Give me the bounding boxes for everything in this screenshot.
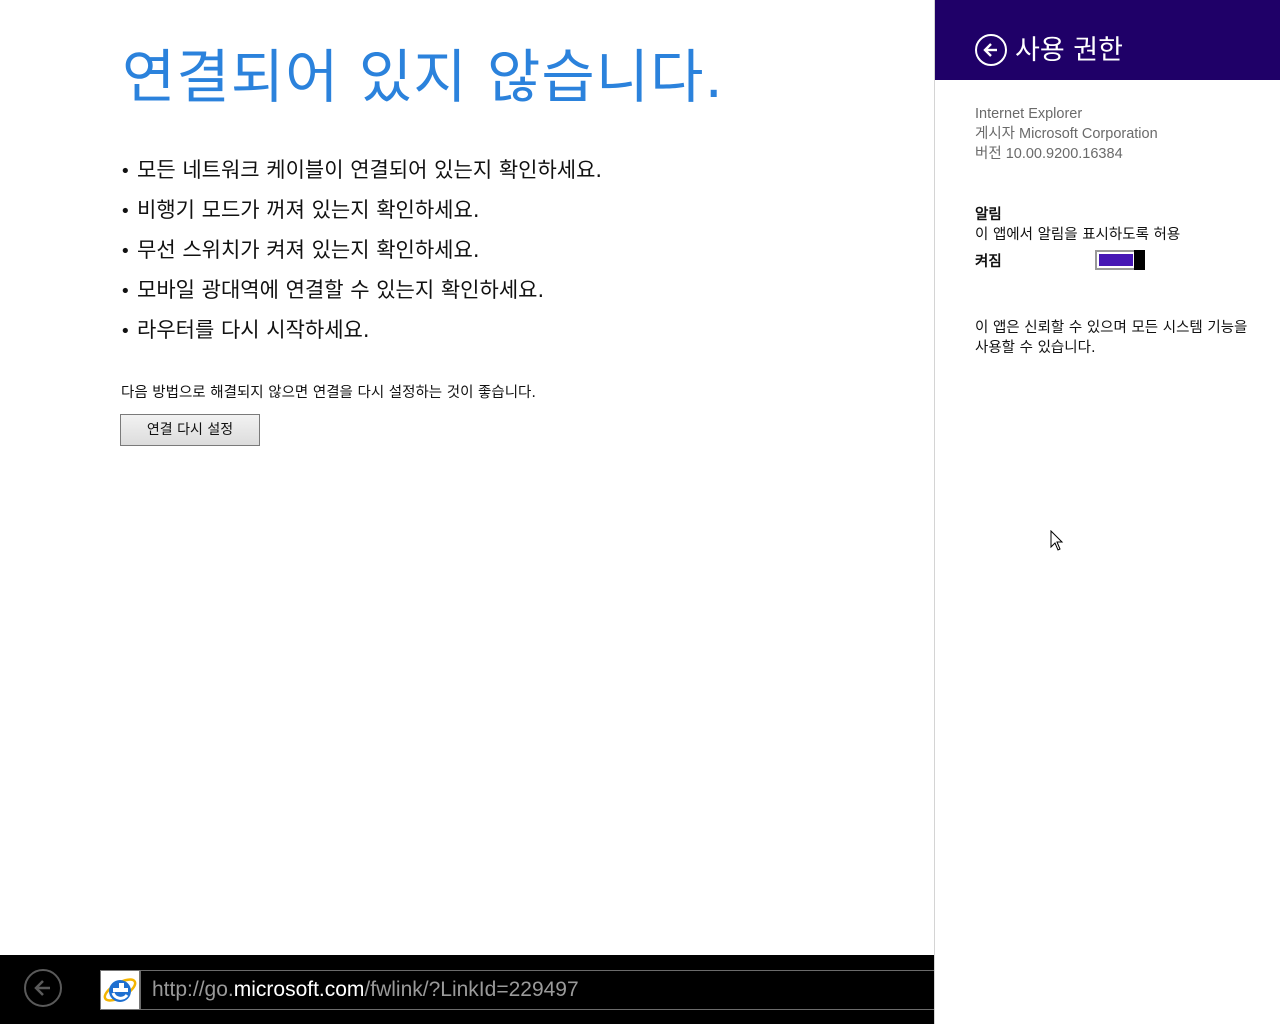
notifications-description: 이 앱에서 알림을 표시하도록 허용	[975, 227, 1181, 243]
address-bar: http://go.microsoft.com/fwlink/?LinkId=2…	[0, 955, 934, 1024]
notifications-state-label: 켜짐	[975, 254, 1002, 270]
permissions-pane: 사용 권한 Internet Explorer 게시자 Microsoft Co…	[934, 0, 1280, 1024]
bullet: •	[120, 321, 131, 342]
url-prefix: http://go.	[152, 978, 234, 1001]
list-item: • 무선 스위치가 켜져 있는지 확인하세요.	[120, 230, 602, 270]
back-arrow-icon	[34, 980, 50, 996]
internet-explorer-icon[interactable]	[100, 970, 140, 1010]
pane-header: 사용 권한	[935, 0, 1280, 80]
screen: 연결되어 있지 않습니다. • 모든 네트워크 케이블이 연결되어 있는지 확인하…	[0, 0, 1280, 1024]
tip-text: 라우터를 다시 시작하세요.	[137, 318, 370, 342]
list-item: • 라우터를 다시 시작하세요.	[120, 310, 602, 350]
url-domain: microsoft.com	[233, 978, 365, 1001]
pane-back-button[interactable]	[975, 34, 1007, 66]
toggle-thumb[interactable]	[1134, 250, 1145, 270]
reset-connection-button[interactable]: 연결 다시 설정	[120, 414, 260, 446]
trust-note: 이 앱은 신뢰할 수 있으며 모든 시스템 기능을 사용할 수 있습니다.	[975, 320, 1248, 356]
page-title: 연결되어 있지 않습니다.	[122, 43, 724, 111]
bullet: •	[120, 201, 131, 222]
tip-text: 비행기 모드가 꺼져 있는지 확인하세요.	[137, 198, 480, 222]
bullet: •	[120, 241, 131, 262]
list-item: • 비행기 모드가 꺼져 있는지 확인하세요.	[120, 190, 602, 230]
toggle-fill	[1099, 254, 1133, 266]
troubleshooting-list: • 모든 네트워크 케이블이 연결되어 있는지 확인하세요. • 비행기 모드가 꺼…	[120, 150, 602, 350]
pane-title: 사용 권한	[1015, 35, 1123, 66]
list-item: • 모든 네트워크 케이블이 연결되어 있는지 확인하세요.	[120, 150, 602, 190]
error-page: 연결되어 있지 않습니다. • 모든 네트워크 케이블이 연결되어 있는지 확인하…	[0, 0, 934, 955]
app-publisher: 게시자 Microsoft Corporation	[975, 126, 1158, 142]
tip-text: 무선 스위치가 켜져 있는지 확인하세요.	[137, 238, 480, 262]
notifications-toggle[interactable]	[1095, 250, 1145, 270]
url-path: /fwlink/?LinkId=229497	[364, 978, 579, 1001]
back-button[interactable]	[24, 969, 62, 1007]
list-item: • 모바일 광대역에 연결할 수 있는지 확인하세요.	[120, 270, 602, 310]
reset-hint: 다음 방법으로 해결되지 않으면 연결을 다시 설정하는 것이 좋습니다.	[121, 385, 536, 401]
app-version: 버전 10.00.9200.16384	[975, 146, 1123, 162]
tip-text: 모바일 광대역에 연결할 수 있는지 확인하세요.	[137, 278, 545, 302]
tip-text: 모든 네트워크 케이블이 연결되어 있는지 확인하세요.	[137, 158, 603, 182]
back-arrow-icon	[983, 43, 997, 57]
mouse-cursor-icon	[1050, 530, 1064, 551]
notifications-label: 알림	[975, 207, 1002, 223]
bullet: •	[120, 281, 131, 302]
bullet: •	[120, 161, 131, 182]
app-name: Internet Explorer	[975, 106, 1083, 122]
app-info: Internet Explorer 게시자 Microsoft Corporat…	[975, 104, 1158, 164]
url-input[interactable]: http://go.microsoft.com/fwlink/?LinkId=2…	[140, 970, 934, 1010]
